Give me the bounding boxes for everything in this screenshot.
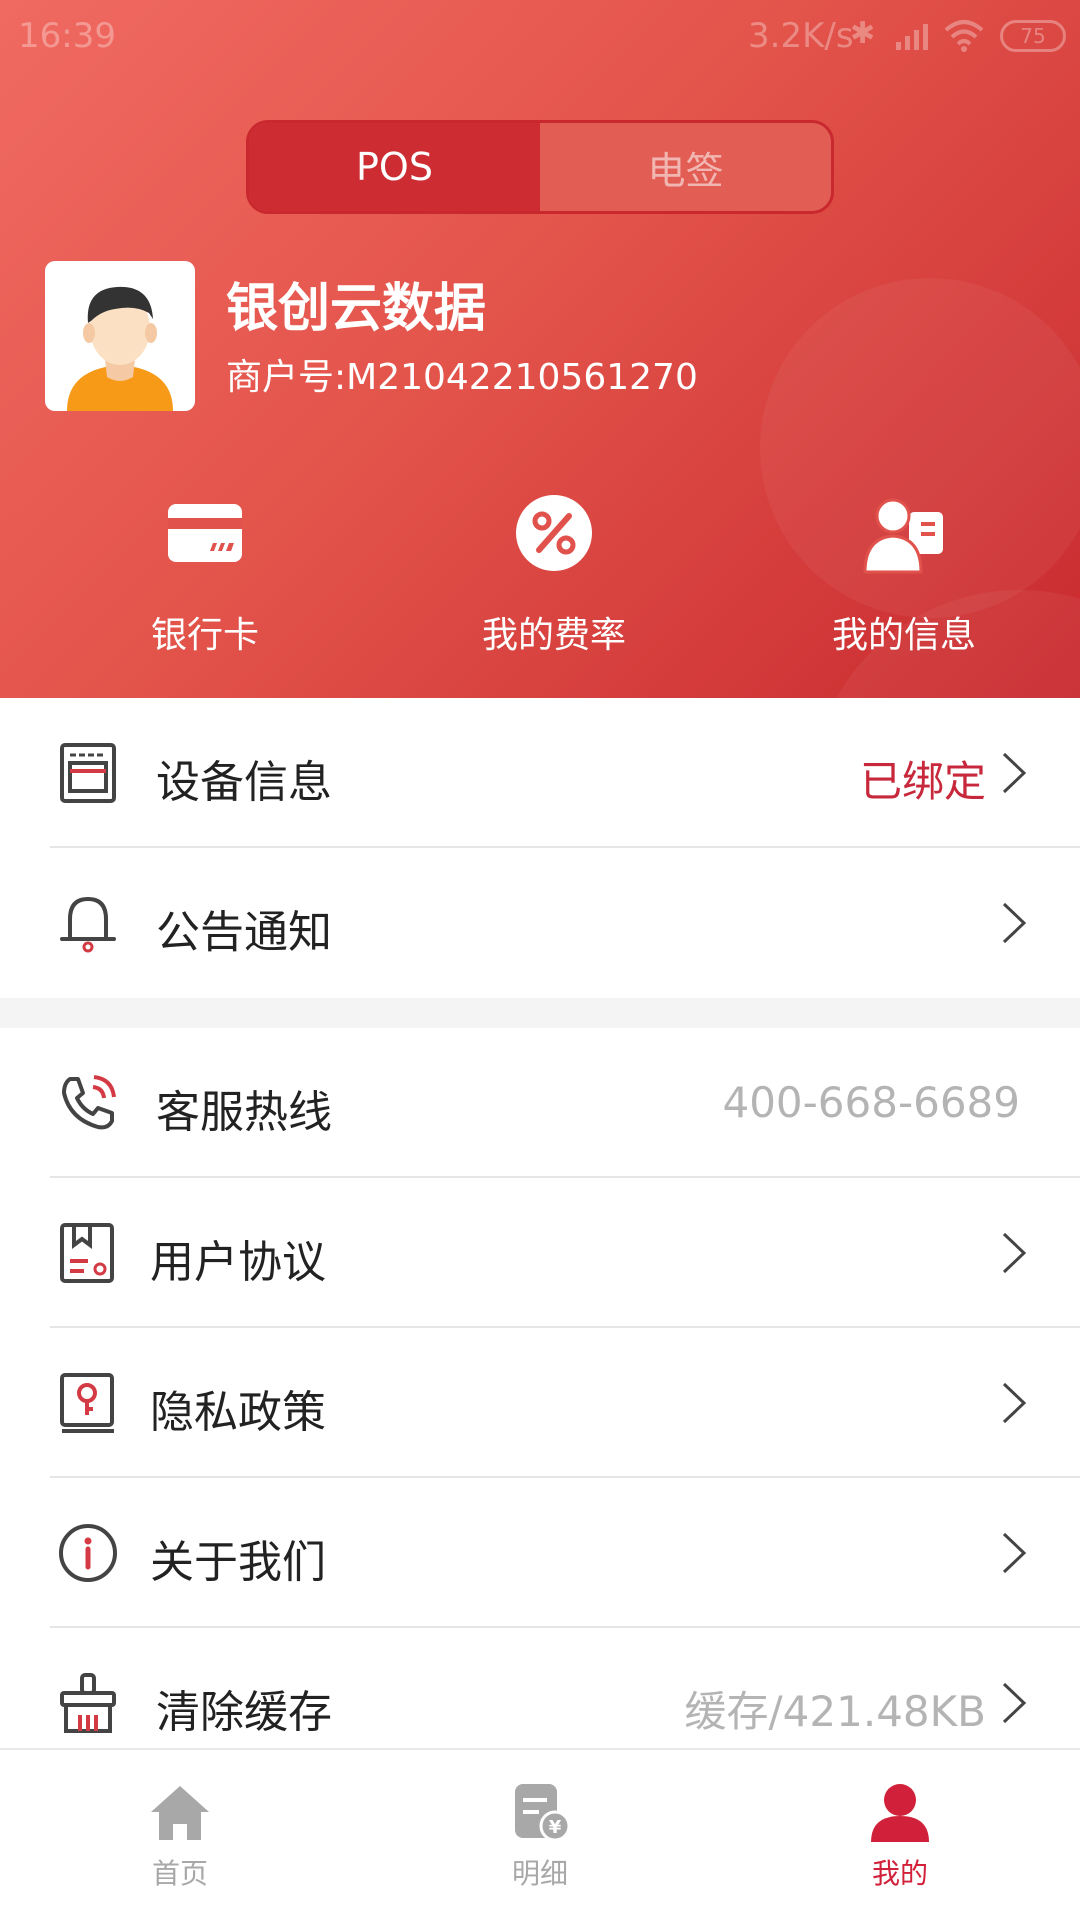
tab-e-sign[interactable]: 电签 bbox=[540, 123, 831, 211]
quick-action-my-info[interactable]: 我的信息 bbox=[774, 488, 1034, 658]
user-info-icon bbox=[863, 498, 943, 574]
chevron-right-icon bbox=[1002, 1382, 1027, 1424]
device-bind-status: 已绑定 bbox=[859, 757, 986, 806]
quick-action-label: 我的信息 bbox=[831, 615, 976, 656]
status-bar: 16:39 3.2K/s ✱ 75 bbox=[0, 0, 1080, 72]
percent-icon bbox=[516, 495, 592, 571]
wifi-icon bbox=[944, 20, 984, 52]
merchant-number: 商户号:M21042210561270 bbox=[226, 357, 698, 398]
bell-icon bbox=[60, 896, 116, 953]
device-type-switch: POS 电签 bbox=[246, 120, 834, 214]
quick-action-bank-card[interactable]: 银行卡 bbox=[75, 488, 335, 658]
avatar[interactable] bbox=[45, 261, 195, 411]
battery-icon: 75 bbox=[1000, 20, 1066, 52]
svg-text:¥: ¥ bbox=[549, 1817, 562, 1838]
tab-label: 明细 bbox=[511, 1857, 568, 1890]
quick-action-my-rate[interactable]: 我的费率 bbox=[424, 488, 684, 658]
tab-pos[interactable]: POS bbox=[249, 123, 540, 211]
chevron-right-icon bbox=[1002, 1232, 1027, 1274]
bill-detail-icon: ¥ bbox=[515, 1784, 571, 1842]
merchant-name: 银创云数据 bbox=[226, 279, 487, 339]
network-speed: 3.2K/s bbox=[748, 16, 854, 56]
avatar-person-icon bbox=[67, 286, 173, 411]
menu-group-support: 客服热线 400-668-6689 用户协议 隐私政策 关于我们 清除缓存 缓存… bbox=[0, 1028, 1080, 1748]
menu-item-label: 设备信息 bbox=[156, 757, 332, 808]
menu-item-clear-cache[interactable]: 清除缓存 缓存/421.48KB bbox=[0, 1628, 1080, 1748]
chevron-right-icon bbox=[1002, 1532, 1027, 1574]
person-icon bbox=[871, 1784, 929, 1842]
menu-item-user-agreement[interactable]: 用户协议 bbox=[0, 1178, 1080, 1328]
profile-header: 16:39 3.2K/s ✱ 75 POS 电签 银创云数据 商户号:M2104… bbox=[0, 0, 1080, 698]
menu-item-device-info[interactable]: 设备信息 已绑定 bbox=[0, 698, 1080, 848]
menu-item-announcements[interactable]: 公告通知 bbox=[0, 848, 1080, 998]
tab-home[interactable]: 首页 bbox=[80, 1750, 280, 1920]
tab-mine[interactable]: 我的 bbox=[800, 1750, 1000, 1920]
privacy-book-icon bbox=[60, 1373, 114, 1433]
menu-item-label: 客服热线 bbox=[156, 1087, 332, 1138]
menu-item-label: 用户协议 bbox=[150, 1237, 326, 1288]
menu-group-device: 设备信息 已绑定 公告通知 bbox=[0, 698, 1080, 998]
chevron-right-icon bbox=[1002, 1682, 1027, 1724]
tab-label: 首页 bbox=[151, 1857, 208, 1890]
info-icon bbox=[59, 1524, 117, 1582]
menu-item-hotline[interactable]: 客服热线 400-668-6689 bbox=[0, 1028, 1080, 1178]
chevron-right-icon bbox=[1002, 902, 1027, 944]
menu-item-label: 公告通知 bbox=[156, 907, 332, 958]
cache-size: 缓存/421.48KB bbox=[684, 1687, 986, 1736]
phone-icon bbox=[62, 1075, 116, 1130]
quick-action-label: 银行卡 bbox=[150, 615, 259, 656]
device-icon bbox=[60, 743, 116, 803]
tab-details[interactable]: ¥ 明细 bbox=[440, 1750, 640, 1920]
broom-icon bbox=[60, 1673, 116, 1733]
agreement-icon bbox=[60, 1223, 114, 1283]
bank-card-icon bbox=[168, 504, 242, 562]
menu-item-label: 清除缓存 bbox=[156, 1687, 332, 1738]
quick-action-label: 我的费率 bbox=[481, 615, 626, 656]
chevron-right-icon bbox=[1002, 752, 1027, 794]
menu-item-label: 关于我们 bbox=[150, 1537, 326, 1588]
menu-item-label: 隐私政策 bbox=[150, 1387, 326, 1438]
home-icon bbox=[151, 1786, 209, 1840]
status-time: 16:39 bbox=[18, 16, 116, 56]
signal-icon bbox=[896, 24, 928, 50]
bluetooth-icon: ✱ bbox=[850, 16, 876, 51]
menu-item-about-us[interactable]: 关于我们 bbox=[0, 1478, 1080, 1628]
tab-label: 我的 bbox=[871, 1857, 928, 1890]
hotline-number[interactable]: 400-668-6689 bbox=[722, 1078, 1020, 1127]
menu-item-privacy-policy[interactable]: 隐私政策 bbox=[0, 1328, 1080, 1478]
bottom-tab-bar: 首页 ¥ 明细 我的 bbox=[0, 1748, 1080, 1920]
